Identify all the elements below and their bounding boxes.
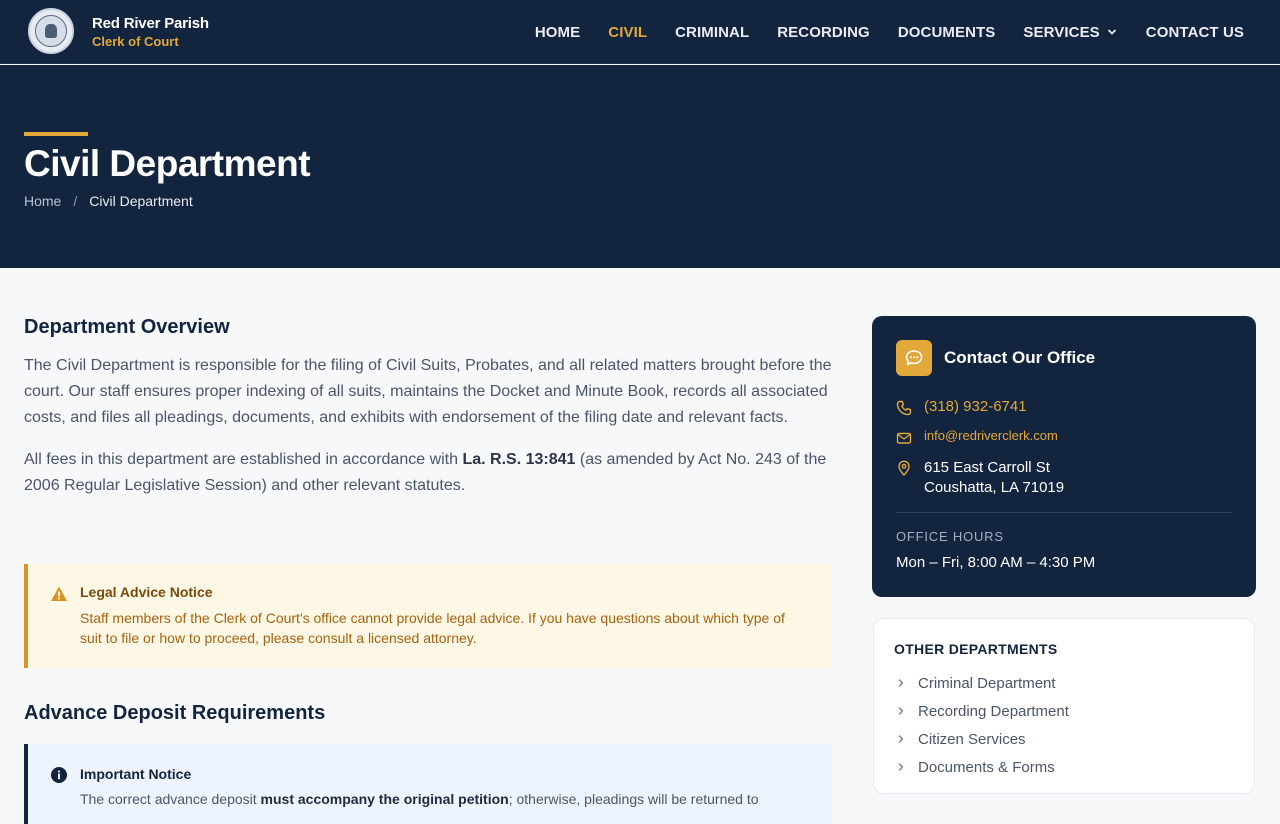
contact-phone-link[interactable]: (318) 932-6741 xyxy=(924,398,1027,415)
brand[interactable]: Red River Parish Clerk of Court xyxy=(92,15,209,49)
dept-link-label: Citizen Services xyxy=(918,730,1026,748)
nav-recording[interactable]: RECORDING xyxy=(777,24,870,41)
nav-civil[interactable]: CIVIL xyxy=(608,24,647,41)
dept-link-label: Criminal Department xyxy=(918,674,1056,692)
contact-address-row: 615 East Carroll St Coushatta, LA 71019 xyxy=(896,458,1064,498)
other-departments-card: OTHER DEPARTMENTS Criminal Department Re… xyxy=(873,618,1255,794)
legal-notice-text: Staff members of the Clerk of Court's of… xyxy=(80,610,785,646)
contact-heading: Contact Our Office xyxy=(944,348,1096,367)
site-header: Red River Parish Clerk of Court HOME CIV… xyxy=(0,0,1280,64)
fees-paragraph: All fees in this department are establis… xyxy=(24,447,832,499)
office-hours-value: Mon – Fri, 8:00 AM – 4:30 PM xyxy=(896,554,1096,571)
address-line-1: 615 East Carroll St xyxy=(924,459,1050,476)
page-title: Civil Department xyxy=(24,143,311,184)
dept-link-citizen-services[interactable]: Citizen Services xyxy=(896,725,1069,753)
legal-notice-title: Legal Advice Notice xyxy=(80,584,213,600)
legal-advice-notice: Legal Advice Notice Staff members of the… xyxy=(24,564,832,668)
info-icon xyxy=(51,767,67,783)
chevron-down-icon xyxy=(1107,29,1116,35)
overview-paragraph: The Civil Department is responsible for … xyxy=(24,357,832,426)
other-departments-heading: OTHER DEPARTMENTS xyxy=(894,641,1058,657)
chevron-right-icon xyxy=(898,735,904,743)
contact-card: Contact Our Office (318) 932-6741 info@r… xyxy=(872,316,1256,597)
map-pin-icon xyxy=(898,460,910,476)
chevron-right-icon xyxy=(898,707,904,715)
breadcrumb-separator: / xyxy=(73,193,78,209)
nav-contact-us[interactable]: CONTACT US xyxy=(1146,24,1244,41)
breadcrumb-home[interactable]: Home xyxy=(24,193,61,209)
phone-icon xyxy=(896,400,912,416)
important-notice-text: The correct advance deposit must accompa… xyxy=(80,789,820,809)
office-hours-label: OFFICE HOURS xyxy=(896,529,1004,544)
hero-accent-bar xyxy=(24,132,88,136)
deposit-heading: Advance Deposit Requirements xyxy=(24,702,326,724)
contact-divider xyxy=(896,512,1232,513)
brand-subtitle: Clerk of Court xyxy=(92,34,179,49)
nav-services-label: SERVICES xyxy=(1023,23,1100,41)
mail-icon xyxy=(896,432,912,444)
seal-emblem-icon xyxy=(35,15,67,47)
nav-criminal[interactable]: CRIMINAL xyxy=(675,24,749,41)
chevron-right-icon xyxy=(898,679,904,687)
nav-home[interactable]: HOME xyxy=(535,24,580,41)
department-list: Criminal Department Recording Department… xyxy=(896,669,1069,781)
dept-link-criminal[interactable]: Criminal Department xyxy=(896,669,1069,697)
chat-bubble-icon xyxy=(905,350,923,366)
main-nav: HOME CIVIL CRIMINAL RECORDING DOCUMENTS … xyxy=(535,0,1244,64)
contact-email-link[interactable]: info@redriverclerk.com xyxy=(924,428,1058,443)
chevron-right-icon xyxy=(898,763,904,771)
important-text-before: The correct advance deposit xyxy=(80,791,261,807)
warning-icon xyxy=(51,586,67,601)
nav-documents[interactable]: DOCUMENTS xyxy=(898,24,996,41)
chat-icon xyxy=(896,340,932,376)
important-notice: Important Notice The correct advance dep… xyxy=(24,744,832,824)
nav-services[interactable]: SERVICES xyxy=(1023,24,1117,41)
statute-reference: La. R.S. 13:841 xyxy=(462,451,576,468)
important-text-bold: must accompany the original petition xyxy=(260,791,509,807)
important-notice-title: Important Notice xyxy=(80,766,192,782)
breadcrumb-current: Civil Department xyxy=(89,193,193,209)
brand-title: Red River Parish xyxy=(92,15,209,32)
address-line-2: Coushatta, LA 71019 xyxy=(924,479,1065,496)
fees-text-before: All fees in this department are establis… xyxy=(24,451,463,468)
dept-link-documents-forms[interactable]: Documents & Forms xyxy=(896,753,1069,781)
contact-phone-row: (318) 932-6741 xyxy=(896,398,1027,416)
important-text-after: ; otherwise, pleadings will be returned … xyxy=(508,791,759,807)
page-hero: Civil Department Home / Civil Department xyxy=(0,65,1280,268)
parish-seal-logo[interactable] xyxy=(28,8,74,54)
dept-link-recording[interactable]: Recording Department xyxy=(896,697,1069,725)
contact-address: 615 East Carroll St Coushatta, LA 71019 xyxy=(924,458,1064,498)
main-content: Department Overview The Civil Department… xyxy=(24,316,832,824)
dept-link-label: Documents & Forms xyxy=(918,758,1055,776)
breadcrumb: Home / Civil Department xyxy=(24,193,193,209)
overview-heading: Department Overview xyxy=(24,316,230,338)
contact-email-row: info@redriverclerk.com xyxy=(896,428,1058,446)
dept-link-label: Recording Department xyxy=(918,702,1069,720)
